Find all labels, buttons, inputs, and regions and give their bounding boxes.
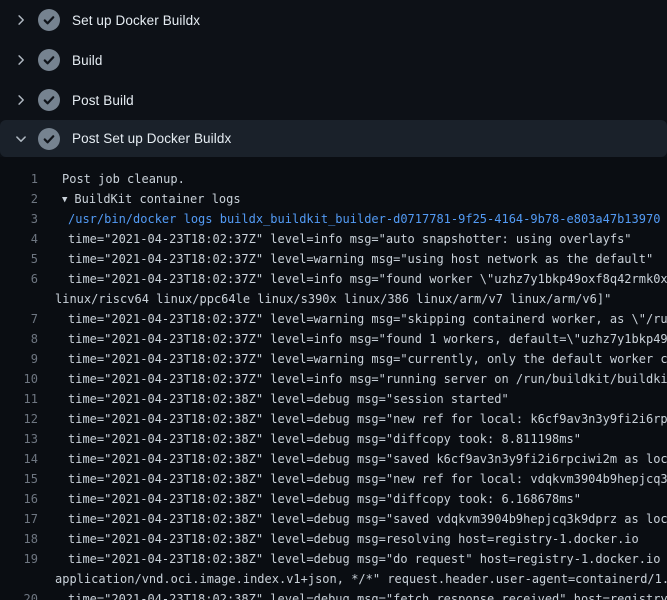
log-line: 14time="2021-04-23T18:02:38Z" level=debu…: [0, 449, 667, 469]
log-text: time="2021-04-23T18:02:37Z" level=info m…: [38, 229, 632, 249]
log-line: 2 ▼ BuildKit container logs: [0, 189, 667, 209]
log-line: 8time="2021-04-23T18:02:37Z" level=info …: [0, 329, 667, 349]
line-number[interactable]: 17: [0, 509, 38, 529]
check-circle-icon: [38, 49, 60, 71]
log-command-text: /usr/bin/docker logs buildx_buildkit_bui…: [38, 209, 660, 229]
line-number[interactable]: 10: [0, 369, 38, 389]
log-text: time="2021-04-23T18:02:37Z" level=info m…: [38, 269, 667, 289]
log-text: Post job cleanup.: [38, 169, 185, 189]
step-header-row[interactable]: Post Build: [0, 80, 667, 120]
line-number[interactable]: 6: [0, 269, 38, 289]
step-header-row[interactable]: Set up Docker Buildx: [0, 0, 667, 40]
line-number[interactable]: 20: [0, 589, 38, 600]
log-line: 5time="2021-04-23T18:02:37Z" level=warni…: [0, 249, 667, 269]
log-text: time="2021-04-23T18:02:38Z" level=debug …: [38, 389, 509, 409]
log-line: 18time="2021-04-23T18:02:38Z" level=debu…: [0, 529, 667, 549]
log-line: 19time="2021-04-23T18:02:38Z" level=debu…: [0, 549, 667, 569]
log-line: 6time="2021-04-23T18:02:37Z" level=info …: [0, 269, 667, 289]
workflow-log-viewer: Set up Docker Buildx Build Post Build Post …: [0, 0, 667, 600]
line-number[interactable]: 4: [0, 229, 38, 249]
log-text: time="2021-04-23T18:02:38Z" level=debug …: [38, 589, 667, 600]
log-text: time="2021-04-23T18:02:37Z" level=warnin…: [38, 249, 653, 269]
step-label: Set up Docker Buildx: [72, 13, 200, 28]
log-line: 1Post job cleanup.: [0, 169, 667, 189]
log-line: 15time="2021-04-23T18:02:38Z" level=debu…: [0, 469, 667, 489]
log-line: 3/usr/bin/docker logs buildx_buildkit_bu…: [0, 209, 667, 229]
line-number[interactable]: 19: [0, 549, 38, 569]
chevron-right-icon[interactable]: [10, 92, 32, 108]
log-line: 7time="2021-04-23T18:02:37Z" level=warni…: [0, 309, 667, 329]
log-text-continuation: linux/riscv64 linux/ppc64le linux/s390x …: [38, 289, 611, 309]
log-text: time="2021-04-23T18:02:37Z" level=info m…: [38, 329, 667, 349]
log-line: 17time="2021-04-23T18:02:38Z" level=debu…: [0, 509, 667, 529]
log-text: time="2021-04-23T18:02:37Z" level=warnin…: [38, 309, 667, 329]
log-text: time="2021-04-23T18:02:38Z" level=debug …: [38, 429, 581, 449]
line-number[interactable]: 11: [0, 389, 38, 409]
line-number[interactable]: 9: [0, 349, 38, 369]
chevron-down-icon[interactable]: [10, 131, 32, 147]
log-group-title[interactable]: BuildKit container logs: [74, 192, 240, 206]
log-line: application/vnd.oci.image.index.v1+json,…: [0, 569, 667, 589]
log-line: linux/riscv64 linux/ppc64le linux/s390x …: [0, 289, 667, 309]
line-number[interactable]: 12: [0, 409, 38, 429]
step-label: Post Set up Docker Buildx: [72, 131, 231, 146]
log-text: time="2021-04-23T18:02:38Z" level=debug …: [38, 469, 667, 489]
step-header-row[interactable]: Post Set up Docker Buildx: [0, 120, 667, 157]
log-text: time="2021-04-23T18:02:37Z" level=info m…: [38, 369, 667, 389]
log-line: 9time="2021-04-23T18:02:37Z" level=warni…: [0, 349, 667, 369]
log-line: 10time="2021-04-23T18:02:37Z" level=info…: [0, 369, 667, 389]
log-line: 4time="2021-04-23T18:02:37Z" level=info …: [0, 229, 667, 249]
log-line: 11time="2021-04-23T18:02:38Z" level=debu…: [0, 389, 667, 409]
line-number[interactable]: 2: [0, 189, 38, 209]
steps-list: Set up Docker Buildx Build Post Build Post …: [0, 0, 667, 157]
log-line: 12time="2021-04-23T18:02:38Z" level=debu…: [0, 409, 667, 429]
line-number[interactable]: 7: [0, 309, 38, 329]
chevron-right-icon[interactable]: [10, 52, 32, 68]
line-number[interactable]: 16: [0, 489, 38, 509]
check-circle-icon: [38, 128, 60, 150]
step-label: Build: [72, 53, 103, 68]
line-number[interactable]: 5: [0, 249, 38, 269]
step-header-row[interactable]: Build: [0, 40, 667, 80]
log-line: 16time="2021-04-23T18:02:38Z" level=debu…: [0, 489, 667, 509]
log-text: time="2021-04-23T18:02:38Z" level=debug …: [38, 529, 639, 549]
log-text: ▼ BuildKit container logs: [38, 189, 241, 209]
log-text: time="2021-04-23T18:02:38Z" level=debug …: [38, 489, 581, 509]
chevron-right-icon[interactable]: [10, 12, 32, 28]
log-text: time="2021-04-23T18:02:38Z" level=debug …: [38, 449, 667, 469]
log-text: time="2021-04-23T18:02:37Z" level=warnin…: [38, 349, 667, 369]
check-circle-icon: [38, 89, 60, 111]
line-number[interactable]: 8: [0, 329, 38, 349]
log-text: time="2021-04-23T18:02:38Z" level=debug …: [38, 509, 667, 529]
line-number[interactable]: 1: [0, 169, 38, 189]
line-number[interactable]: 3: [0, 209, 38, 229]
line-number[interactable]: 14: [0, 449, 38, 469]
line-number[interactable]: 13: [0, 429, 38, 449]
line-number[interactable]: 15: [0, 469, 38, 489]
step-label: Post Build: [72, 93, 134, 108]
log-text: time="2021-04-23T18:02:38Z" level=debug …: [38, 409, 667, 429]
line-number: [0, 569, 38, 589]
log-line: 20time="2021-04-23T18:02:38Z" level=debu…: [0, 589, 667, 600]
log-text: time="2021-04-23T18:02:38Z" level=debug …: [38, 549, 667, 569]
log-line: 13time="2021-04-23T18:02:38Z" level=debu…: [0, 429, 667, 449]
check-circle-icon: [38, 9, 60, 31]
log-text-continuation: application/vnd.oci.image.index.v1+json,…: [38, 569, 667, 589]
line-number[interactable]: 18: [0, 529, 38, 549]
triangle-down-icon[interactable]: ▼: [62, 190, 67, 210]
line-number: [0, 289, 38, 309]
log-pane[interactable]: 1Post job cleanup.2 ▼ BuildKit container l…: [0, 157, 667, 600]
